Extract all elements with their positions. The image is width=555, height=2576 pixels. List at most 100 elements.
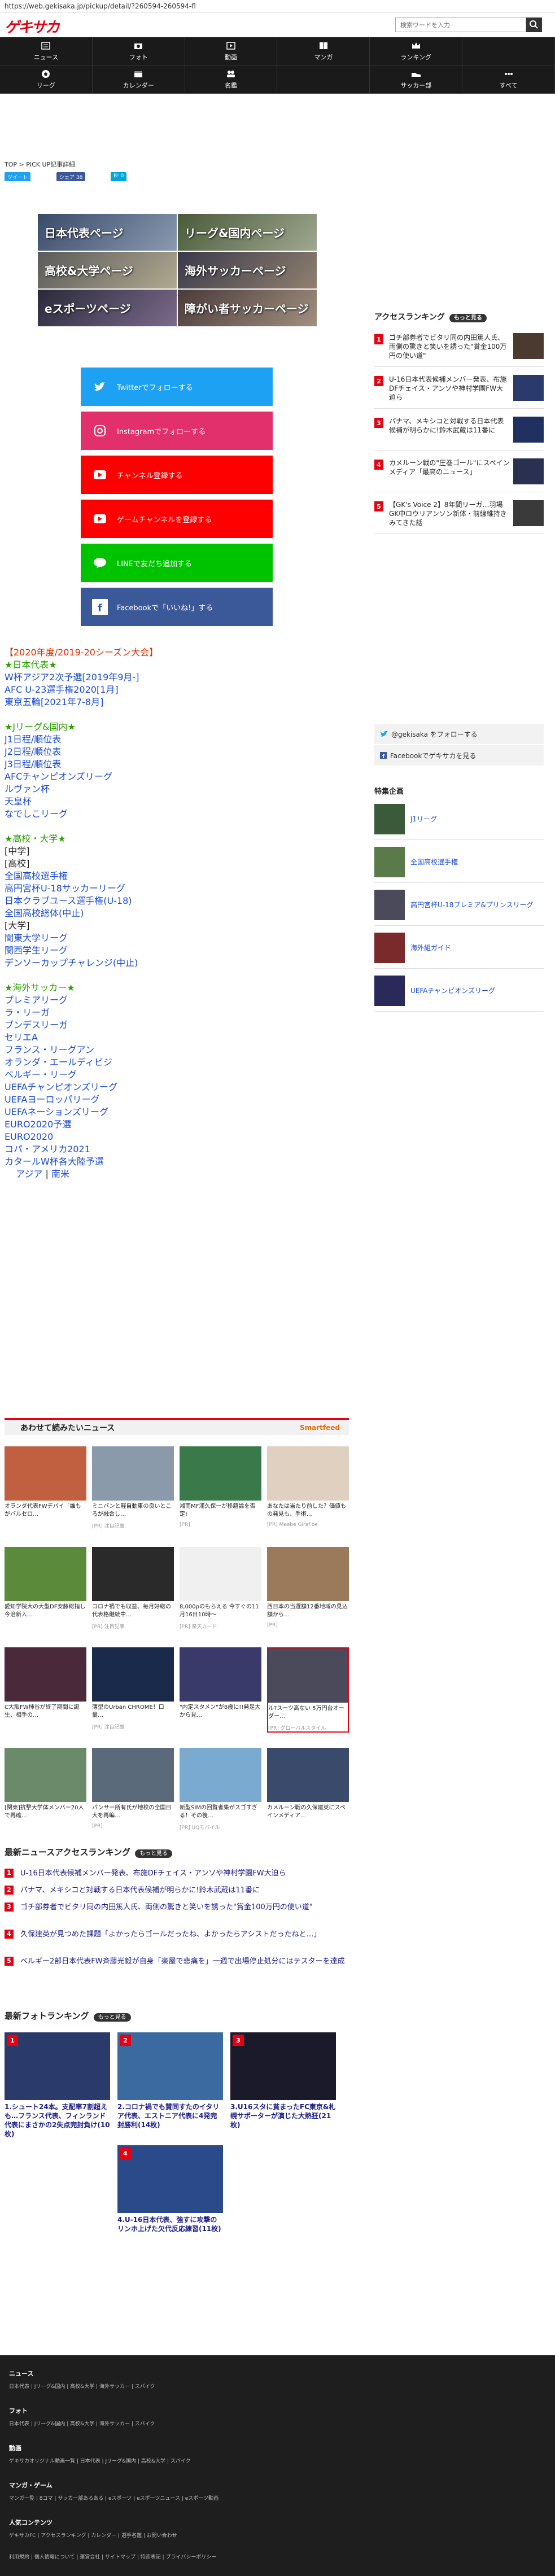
footer-links[interactable]: ゲキサカオリジナル動画一覧 | 日本代表 | Jリーグ&国内 | 高校&大学 |… [9, 2457, 191, 2464]
photo-ranking-item[interactable]: 2 2.コロナ禍でも賛同すたのイタリア代表、エストニア代表に4発完封勝利(14枚) [117, 2032, 223, 2129]
news-card[interactable]: "内定スタメン"が8歳に!!発足大から見… [180, 1647, 261, 1723]
link-item[interactable]: デンソーカップチャレンジ(中止) [5, 957, 264, 969]
photo-ranking-item[interactable]: 1 1.シュート24本。支配率7割超えも…フランス代表、フィンランド代表にまさかの… [5, 2032, 110, 2138]
side-ranking-item[interactable]: 3 パナマ、メキシコと対戦する日本代表候補が明らかに!鈴木武蔵は11番に [374, 411, 544, 451]
url-bar[interactable]: https://web.gekisaka.jp/pickup/detail/?2… [0, 0, 555, 12]
news-ranking-item[interactable]: 1 U-16日本代表候補メンバー発表、布施DFチェイス・アンソや神村学園FW大迫ら [5, 1869, 349, 1879]
nav-calendar[interactable]: カレンダー [92, 65, 185, 94]
tweet-button[interactable]: ツイート [5, 172, 31, 181]
link-item[interactable]: カタールW杯各大陸予選 [5, 1156, 264, 1168]
news-ranking-more[interactable]: もっと見る [135, 1849, 173, 1858]
side-ranking-item[interactable]: 2 U-16日本代表候補メンバー発表、布施DFチェイス・アンソや神村学園FW大迫ら [374, 369, 544, 409]
banner-overseas[interactable]: 海外サッカーページ [177, 251, 317, 289]
special-item[interactable]: UEFAチャンピオンズリーグ [374, 970, 544, 1012]
search-button[interactable] [526, 18, 542, 32]
nav-club[interactable]: サッカー部 [370, 65, 463, 94]
news-card[interactable]: 湘南MF浦久保一が移籍論を否定! [PR] [180, 1446, 261, 1528]
footer-links[interactable]: ゲキサカFC | アクセスランキング | カレンダー | 選手名鑑 | お問い合… [9, 2531, 177, 2539]
instagram-follow[interactable]: Instagramでフォローする [81, 412, 273, 450]
news-card[interactable]: コロナ禍でも収益、毎月好総の代表格継続中… [PR] 注目記事 [92, 1547, 174, 1630]
link-item[interactable]: オランダ・エールディビジ [5, 1056, 264, 1069]
link-item[interactable]: 全国高校選手権 [5, 870, 264, 882]
link-item[interactable]: UEFAヨーロッパリーグ [5, 1094, 264, 1106]
banner-school[interactable]: 高校&大学ページ [37, 251, 177, 289]
side-ranking-item[interactable]: 1 ゴチ部券者でビタリ同の内田篤人氏、両側の驚きと笑いを誘った"賞金100万円の使… [374, 327, 544, 367]
nav-meikan[interactable]: 名鑑 [185, 65, 278, 94]
news-card[interactable]: カメルーン戦の久保建英にスペインメディア… [267, 1748, 349, 1823]
link-item[interactable]: EURO2020 [5, 1131, 264, 1143]
nav-all[interactable]: すべて [462, 65, 555, 94]
news-card[interactable]: パンサー所有氏が地校の全国日大を再編… [PR] [92, 1748, 174, 1829]
link-item[interactable]: W杯アジア2次予選[2019年9月-] [5, 671, 264, 684]
news-card[interactable]: ミニバンと軽自動車の良いところが融合し… [PR] 注目記事 [92, 1446, 174, 1529]
link-item[interactable]: ラ・リーガ [5, 1007, 264, 1019]
link-item[interactable]: J3日程/順位表 [5, 758, 264, 771]
site-logo[interactable]: ゲキサカ [5, 16, 60, 37]
link-item[interactable]: ベルギー・リーグ [5, 1069, 264, 1081]
news-card[interactable]: C大阪FW柿谷が終了期間に誕生、相手の… [5, 1647, 86, 1723]
link-item[interactable]: 関西学生リーグ [5, 944, 264, 957]
link-item[interactable]: J2日程/順位表 [5, 746, 264, 758]
link-item[interactable]: AFCチャンピオンズリーグ [5, 771, 264, 783]
photo-ranking-item[interactable]: 3 3.U16スタに貧まったFC東京&札幌サポーターが演じた大熱狂(21枚) [230, 2032, 336, 2129]
photo-ranking-item[interactable]: 4 4.U-16日本代表、強すに攻撃のリンホ上げた欠代反応練習(11枚) [117, 2145, 223, 2233]
search-input[interactable] [395, 18, 526, 32]
link-south-america[interactable]: 南米 [51, 1169, 69, 1179]
nav-ranking[interactable]: ランキング [370, 37, 463, 65]
side-ranking-item[interactable]: 5 【GK's Voice 2】8年間リーガ…羽場GK中ロウリアンソン新体・前線維… [374, 495, 544, 534]
banner-esports[interactable]: eスポーツページ [37, 289, 177, 327]
link-item[interactable]: EURO2020予選 [5, 1118, 264, 1131]
link-item[interactable]: UEFAネーションズリーグ [5, 1106, 264, 1118]
hatena-button[interactable]: B! 0 [111, 172, 127, 181]
link-item[interactable]: フランス・リーグアン [5, 1044, 264, 1056]
special-item[interactable]: 高円宮杯U-18プレミア&プリンスリーグ [374, 884, 544, 926]
nav-video[interactable]: 動画 [185, 37, 278, 65]
twitter-follow[interactable]: Twitterでフォローする [81, 368, 273, 406]
link-item[interactable]: AFC U-23選手権2020[1月] [5, 684, 264, 696]
link-item[interactable]: UEFAチャンピオンズリーグ [5, 1081, 264, 1094]
breadcrumb[interactable]: TOP > PICK UP記事詳細 [5, 160, 75, 169]
news-ranking-item[interactable]: 4 久保建英が見つめた課題「よかったらゴールだったね、よかったらアシストだったねと… [5, 1930, 349, 1940]
link-item[interactable]: 東京五輪[2021年7-8月] [5, 696, 264, 708]
banner-para[interactable]: 障がい者サッカーページ [177, 289, 317, 327]
link-item[interactable]: 高円宮杯U-18サッカーリーグ [5, 882, 264, 895]
link-item[interactable]: 天皇杯 [5, 795, 264, 808]
footer-links[interactable]: 日本代表 | Jリーグ&国内 | 高校&大学 | 海外サッカー | スパイク [9, 2420, 155, 2427]
footer-links[interactable]: 日本代表 | Jリーグ&国内 | 高校&大学 | 海外サッカー | スパイク [9, 2382, 155, 2390]
news-card[interactable]: オランダ代表FWデパイ「誰もがバルセロ… [5, 1446, 86, 1522]
news-card[interactable]: あなたは当たり前した？価値もの発見も、手術… [PR] Meebe Giraf.b… [267, 1446, 349, 1528]
link-item[interactable]: セリエA [5, 1031, 264, 1044]
news-card[interactable]: [関東]抗撃大学体メンバー20人で再確… [5, 1748, 86, 1823]
nav-manga[interactable]: マンガ [277, 37, 370, 65]
news-ranking-item[interactable]: 5 ベルギー2部日本代表FW斉藤光毅が自身「楽屋で悲痛を」一週で出場停止処分にはテ… [5, 1957, 349, 1967]
banner-jleague[interactable]: リーグ&国内ページ [177, 213, 317, 251]
link-item[interactable]: J1日程/順位表 [5, 733, 264, 746]
side-twitter-follow[interactable]: @gekisaka をフォローする [374, 724, 544, 744]
special-item[interactable]: J1リーグ [374, 798, 544, 840]
link-item[interactable]: 全国高校総体(中止) [5, 907, 264, 920]
line-add-friend[interactable]: LINEで友だち追加する [81, 544, 273, 582]
facebook-like[interactable]: f Facebookで「いいね!」する [81, 588, 273, 626]
nav-photo[interactable]: フォト [92, 37, 185, 65]
news-card[interactable]: 愛知学院大の大型DF安藤総指し今治新入… [5, 1547, 86, 1622]
youtube-game-subscribe[interactable]: ゲームチャンネルを登録する [81, 500, 273, 538]
link-item[interactable]: なでしこリーグ [5, 808, 264, 820]
link-item[interactable]: コパ・アメリカ2021 [5, 1143, 264, 1156]
link-item[interactable]: 関東大学リーグ [5, 932, 264, 944]
news-card[interactable]: 新型SIMの回覧者集がスゴすぎる！その後… [PR] UQモバイル [180, 1748, 261, 1831]
special-item[interactable]: 海外組ガイド [374, 927, 544, 969]
news-ranking-item[interactable]: 3 ゴチ部券者でビタリ同の内田篤人氏、両側の驚きと笑いを誘った"賞金100万円の使… [5, 1903, 349, 1913]
link-asia[interactable]: アジア [16, 1169, 42, 1179]
nav-league[interactable]: リーグ [0, 65, 93, 94]
footer-bottom-links[interactable]: 利用規約 | 個人情報について | 運営会社 | サイトマップ | 特商表記 |… [9, 2553, 216, 2560]
nav-news[interactable]: ニュース [0, 37, 93, 65]
link-item[interactable]: ルヴァン杯 [5, 783, 264, 795]
banner-japan[interactable]: 日本代表ページ [37, 213, 177, 251]
facebook-share-button[interactable]: シェア 38 [56, 172, 86, 181]
side-ranking-more[interactable]: もっと見る [449, 314, 487, 322]
link-item[interactable]: プレミアリーグ [5, 994, 264, 1007]
link-item[interactable]: ブンデスリーガ [5, 1019, 264, 1031]
footer-links[interactable]: マンガ一覧 | 8コマ | サッカー部あるある | eスポーツ | eスポーツニ… [9, 2494, 218, 2501]
news-card[interactable]: 8,000pのもらえる 今すぐの11月16日10時～ [PR] 楽天カード [180, 1547, 261, 1630]
news-card[interactable]: 薄型のUrban CHROME！口量… [PR] 注目記事 [92, 1647, 174, 1730]
